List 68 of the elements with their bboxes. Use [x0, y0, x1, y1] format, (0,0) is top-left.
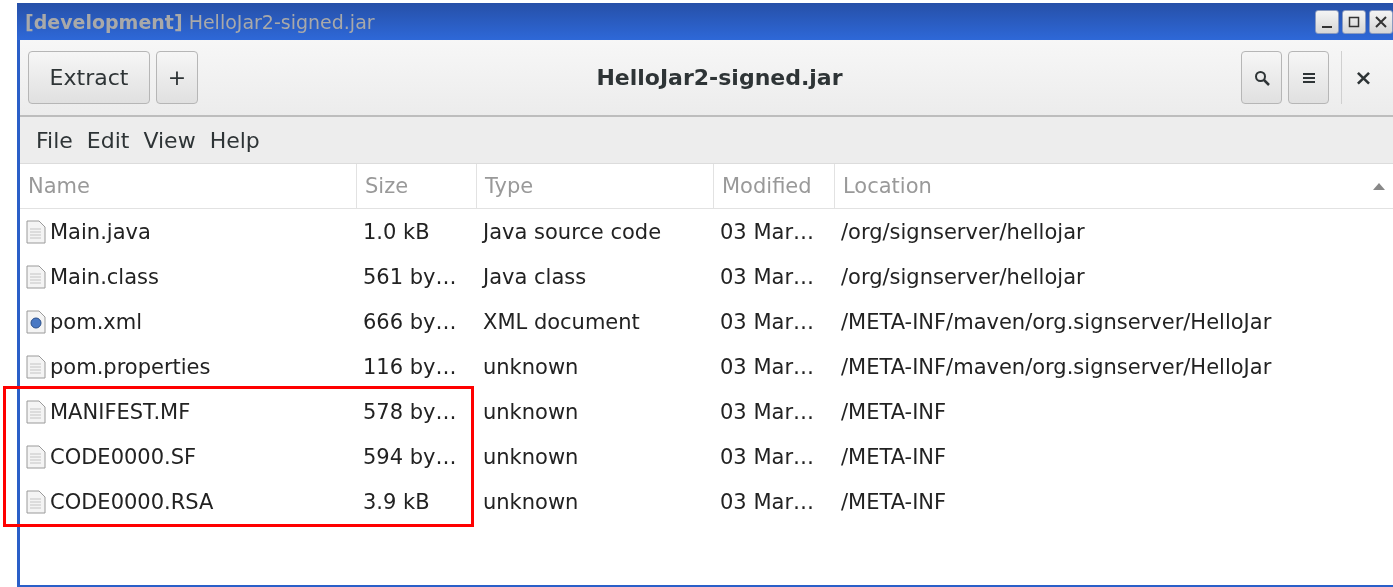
table-row[interactable]: Main.class 561 by… Java class 03 Mar… /org/signserver/hellojar: [20, 254, 1393, 299]
file-icon: [26, 399, 46, 424]
table-row[interactable]: pom.properties 116 by… unknown 03 Mar… /META-INF/maven/org.signserver/HelloJar: [20, 344, 1393, 389]
extract-button[interactable]: Extract: [28, 51, 150, 104]
file-location: /org/signserver/hellojar: [841, 219, 1085, 244]
file-location: /META-INF: [841, 399, 947, 424]
file-location: /META-INF: [841, 489, 947, 514]
file-name: CODE0000.RSA: [50, 489, 214, 514]
maximize-button[interactable]: [1342, 9, 1366, 34]
file-location: /META-INF/maven/org.signserver/HelloJar: [841, 309, 1272, 334]
file-size: 666 by…: [363, 309, 457, 334]
window-title: [development] HelloJar2-signed.jar: [25, 10, 376, 33]
minimize-icon: [1322, 25, 1332, 28]
file-type: unknown: [483, 444, 579, 469]
modified-date: 03 Mar…: [720, 399, 815, 424]
search-button[interactable]: [1241, 51, 1282, 104]
close-button[interactable]: ×: [1341, 51, 1385, 104]
maximize-icon: [1348, 15, 1360, 28]
file-name: Main.java: [50, 219, 151, 244]
table-row[interactable]: Main.java 1.0 kB Java source code 03 Mar… /org/signserver/hellojar: [20, 209, 1393, 254]
file-location: /META-INF/maven/org.signserver/HelloJar: [841, 354, 1272, 379]
file-size: 578 by…: [363, 399, 457, 424]
table-row[interactable]: MANIFEST.MF 578 by… unknown 03 Mar… /META-INF: [20, 389, 1393, 434]
table-row[interactable]: CODE0000.RSA 3.9 kB unknown 03 Mar… /META-INF: [20, 479, 1393, 524]
file-type: unknown: [483, 354, 579, 379]
file-size: 561 by…: [363, 264, 457, 289]
file-type: Java source code: [483, 219, 662, 244]
file-type: unknown: [483, 399, 579, 424]
file-icon: [26, 444, 46, 469]
file-name: CODE0000.SF: [50, 444, 197, 469]
file-location: /META-INF: [841, 444, 947, 469]
file-name: pom.properties: [50, 354, 211, 379]
menu-button[interactable]: [1288, 51, 1329, 104]
minimize-button[interactable]: [1315, 9, 1339, 34]
close-icon: [1375, 15, 1387, 28]
menu-item[interactable]: View: [137, 127, 202, 153]
file-location: /org/signserver/hellojar: [841, 264, 1085, 289]
file-type: XML document: [483, 309, 640, 334]
file-name: MANIFEST.MF: [50, 399, 191, 424]
file-icon: [26, 489, 46, 514]
file-type: unknown: [483, 489, 579, 514]
modified-date: 03 Mar…: [720, 219, 815, 244]
modified-date: 03 Mar…: [720, 489, 815, 514]
add-button[interactable]: +: [156, 51, 198, 104]
file-size: 594 by…: [363, 444, 457, 469]
modified-date: 03 Mar…: [720, 444, 815, 469]
menu-icon: [1301, 70, 1316, 85]
file-name: Main.class: [50, 264, 159, 289]
menu-item[interactable]: Help: [203, 127, 266, 153]
header-title: HelloJar2-signed.jar: [595, 65, 844, 90]
file-size: 116 by…: [363, 354, 457, 379]
table-row[interactable]: CODE0000.SF 594 by… unknown 03 Mar… /META-INF: [20, 434, 1393, 479]
xml-file-icon: [26, 309, 46, 334]
file-icon: [26, 354, 46, 379]
modified-date: 03 Mar…: [720, 264, 815, 289]
modified-date: 03 Mar…: [720, 309, 815, 334]
table-row[interactable]: pom.xml 666 by… XML document 03 Mar… /META-INF/maven/org.signserver/HelloJar: [20, 299, 1393, 344]
file-icon: [26, 264, 46, 289]
file-size: 3.9 kB: [363, 489, 430, 514]
file-size: 1.0 kB: [363, 219, 430, 244]
modified-date: 03 Mar…: [720, 354, 815, 379]
file-name: pom.xml: [50, 309, 143, 334]
menu-item[interactable]: Edit: [80, 127, 136, 153]
search-icon: [1253, 69, 1270, 86]
menu-item[interactable]: File: [30, 127, 79, 153]
close-button[interactable]: [1369, 9, 1393, 34]
file-icon: [26, 219, 46, 244]
file-type: Java class: [483, 264, 587, 289]
